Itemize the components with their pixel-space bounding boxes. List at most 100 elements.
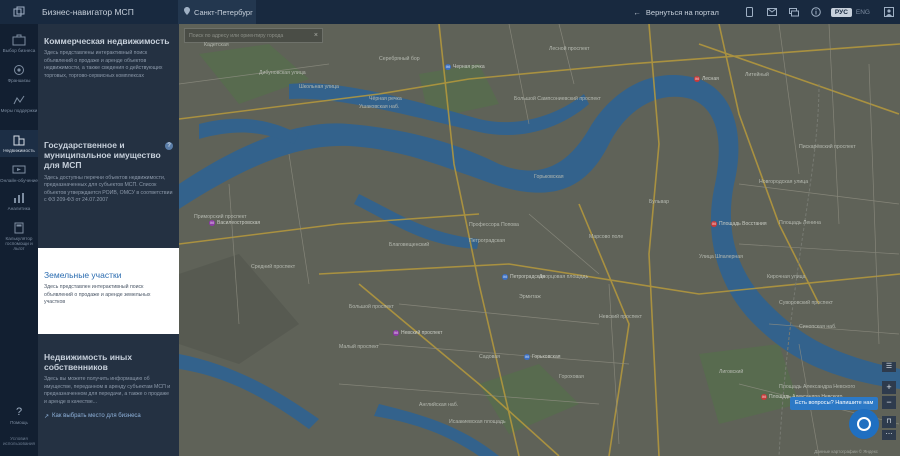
chat-button[interactable] <box>849 409 879 439</box>
map-area[interactable]: Поиск по адресу или ориентиру города × К… <box>179 24 900 456</box>
education-icon <box>12 165 26 174</box>
metro-station[interactable]: М Невский проспект <box>393 330 442 336</box>
map-label: Лесной проспект <box>549 46 590 52</box>
map-label: Малый проспект <box>339 344 379 350</box>
map-label: Дворцовая площадь <box>539 274 589 280</box>
map-label: Улица Шпалерная <box>699 254 743 260</box>
choose-place-link[interactable]: ↗ Как выбрать место для бизнеса <box>44 413 173 420</box>
map-label: Английская наб. <box>419 402 459 408</box>
metro-icon: М <box>393 330 399 336</box>
zoom-out-button[interactable]: − <box>882 396 896 409</box>
profile-icon[interactable] <box>878 0 900 24</box>
map-label: Благовещенский <box>389 242 430 248</box>
city-map <box>179 24 900 456</box>
zoom-in-button[interactable]: + <box>882 381 896 394</box>
metro-icon: М <box>445 64 451 70</box>
metro-icon: М <box>711 221 717 227</box>
mobile-icon[interactable] <box>739 0 761 24</box>
map-label: Новгородская улица <box>759 179 809 185</box>
rail-item-calculator[interactable]: Калькулятор госпомощи и льгот <box>0 222 38 251</box>
map-search-input[interactable]: Поиск по адресу или ориентиру города × <box>184 28 323 43</box>
map-label: Суворовский проспект <box>779 300 834 306</box>
station-name: Черная речка <box>453 64 485 70</box>
metro-station[interactable]: М Василеостровская <box>209 220 260 226</box>
info-icon[interactable] <box>805 0 827 24</box>
map-label: Большой Сампсониевский проспект <box>514 96 601 102</box>
section-other-owners[interactable]: Недвижимость иных собственников Здесь вы… <box>38 352 179 420</box>
lang-ru-button[interactable]: РУС <box>830 7 852 17</box>
metro-station[interactable]: М Петроградская <box>502 274 545 280</box>
app-title: Бизнес-навигатор МСП <box>42 7 134 17</box>
station-name: Лесная <box>702 76 719 82</box>
search-placeholder: Поиск по адресу или ориентиру города <box>189 32 284 39</box>
map-label: Марсово поле <box>589 234 624 240</box>
section-text: Здесь вы можете получить информацию об и… <box>44 376 171 405</box>
city-name: Санкт-Петербург <box>194 7 253 17</box>
section-commercial[interactable]: Коммерческая недвижимость Здесь представ… <box>38 36 179 80</box>
map-label: Бульвар <box>649 199 669 205</box>
help-button[interactable]: ? Помощь <box>0 406 38 425</box>
station-name: Петроградская <box>510 274 545 280</box>
back-label: Вернуться на портал <box>645 7 719 17</box>
map-label: Литейный <box>745 72 769 78</box>
rail-item-education[interactable]: Онлайн-обучение <box>0 164 38 183</box>
realty-panel: Коммерческая недвижимость Здесь представ… <box>38 24 179 456</box>
station-name: Горьковская <box>532 354 561 360</box>
section-land[interactable]: Земельные участки Здесь представлен инте… <box>38 248 179 334</box>
help-label: Помощь <box>10 420 28 425</box>
briefcase-icon <box>12 34 26 46</box>
metro-station[interactable]: М Площадь Восстания <box>711 221 767 227</box>
section-title: Недвижимость иных собственников <box>44 352 133 373</box>
map-label: Кадетская <box>204 42 229 48</box>
clear-search-icon[interactable]: × <box>314 32 318 39</box>
metro-station[interactable]: М Лесная <box>694 76 719 82</box>
arrow-icon: ↗ <box>44 413 50 420</box>
logo-icon[interactable] <box>0 0 38 24</box>
map-label: Школьная улица <box>299 84 339 90</box>
terms-link[interactable]: Условия использования <box>0 436 38 446</box>
rail-label: Выбор бизнеса <box>2 48 36 53</box>
building-icon <box>13 135 25 146</box>
chat-icon[interactable] <box>783 0 805 24</box>
metro-station[interactable]: М Горьковская <box>524 354 560 360</box>
mail-icon[interactable] <box>761 0 783 24</box>
help-circle-icon[interactable]: ? <box>165 142 173 150</box>
map-label: Дибуновская улица <box>259 70 306 76</box>
map-label: Эрмитаж <box>519 294 541 300</box>
map-label: Невский проспект <box>599 314 642 320</box>
map-label: Ушаковская наб. <box>359 104 400 110</box>
station-name: Невский проспект <box>401 330 443 336</box>
fullscreen-icon[interactable]: ⋯ <box>882 430 896 440</box>
section-title: Земельные участки <box>44 270 122 280</box>
link-label: Как выбрать место для бизнеса <box>52 412 141 419</box>
rail-item-analytics[interactable]: Аналитика <box>0 192 38 211</box>
rail-item-business[interactable]: Выбор бизнеса <box>0 34 38 53</box>
map-label: Профессора Попова <box>469 222 519 228</box>
rail-label: Недвижимость <box>3 148 35 153</box>
layers-icon[interactable]: ☰ <box>882 362 896 372</box>
rail-item-realty[interactable]: Недвижимость <box>0 130 38 158</box>
city-selector[interactable]: Санкт-Петербург <box>178 0 256 24</box>
rail-label: Франшизы <box>7 78 31 83</box>
metro-station[interactable]: М Черная речка <box>445 64 485 70</box>
section-title: Государственное и муниципальное имуществ… <box>44 140 161 171</box>
app-root: Бизнес-навигатор МСП Санкт-Петербург ← В… <box>0 0 900 456</box>
section-municipal[interactable]: ? Государственное и муниципальное имущес… <box>38 140 179 205</box>
rail-label: Калькулятор госпомощи и льгот <box>5 236 33 252</box>
section-text: Здесь доступны перечни объектов недвижим… <box>44 174 173 204</box>
back-to-portal-link[interactable]: ← Вернуться на портал <box>633 8 719 17</box>
ruler-icon[interactable]: ⊓ <box>882 416 896 428</box>
section-text: Здесь представлены интерактивный поиск о… <box>44 50 163 79</box>
station-name: Василеостровская <box>217 220 261 226</box>
section-title: Коммерческая недвижимость <box>44 36 170 46</box>
calculator-icon <box>14 222 24 234</box>
map-label: Площадь Ленина <box>779 220 821 226</box>
lang-en-button[interactable]: ENG <box>856 9 870 16</box>
support-icon <box>13 95 25 105</box>
question-icon: ? <box>15 406 23 418</box>
map-label: Пискарёвский проспект <box>799 144 856 150</box>
rail-item-support[interactable]: Меры поддержки <box>0 94 38 113</box>
chart-icon <box>14 193 24 203</box>
rail-item-franchise[interactable]: Франшизы <box>0 64 38 83</box>
location-pin-icon <box>184 7 190 17</box>
